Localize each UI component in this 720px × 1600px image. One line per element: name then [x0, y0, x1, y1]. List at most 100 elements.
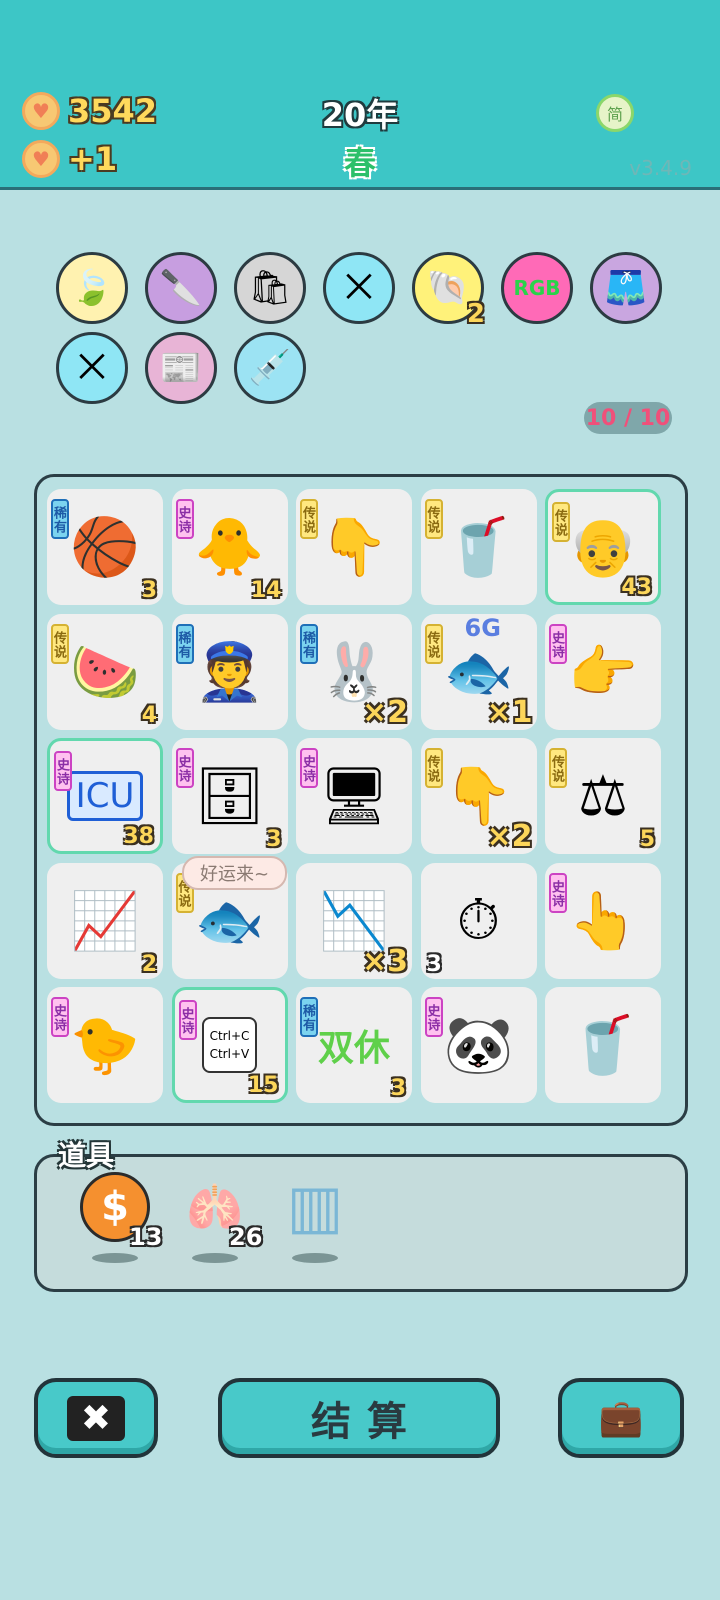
rarity-tag-legend: 传说	[300, 499, 318, 539]
grid-cell[interactable]: 传说 👴 43	[545, 489, 661, 605]
grid-cell[interactable]: ⏱ 3	[420, 862, 537, 979]
rarity-tag-epic: 史诗	[549, 872, 567, 913]
grid-cell[interactable]: 稀有 👮	[171, 613, 288, 730]
grid-cell[interactable]: 🥤	[545, 987, 661, 1103]
buff-rgb[interactable]: RGB	[501, 252, 573, 324]
grid-cell[interactable]: 传说 🍉 4	[47, 613, 163, 730]
item-icon: 🗄	[193, 764, 266, 829]
version-label: v3.4.9	[629, 156, 692, 180]
grid-cell[interactable]: 传说 🐟 6G ×1	[420, 613, 537, 730]
rarity-tag-legend: 传说	[424, 623, 443, 664]
item-count: 3	[390, 1076, 406, 1101]
item-icon: 👉	[568, 639, 638, 705]
grid-cell[interactable]: 稀有 🐰 ×2	[296, 613, 412, 730]
item-icon: 👮	[194, 639, 265, 705]
rare-pack-prop[interactable]: ▥	[275, 1167, 355, 1247]
item-count: 3	[426, 951, 442, 977]
backpack-button[interactable]: 💼	[558, 1378, 684, 1458]
rarity-tag-epic: 史诗	[178, 1000, 197, 1040]
prop-count: 13	[129, 1223, 163, 1251]
item-count: 43	[621, 575, 652, 600]
item-multiplier: ×1	[486, 694, 533, 730]
grid-cell[interactable]: 史诗 👉	[545, 613, 661, 730]
leaf-coin-icon: 🍃	[70, 268, 114, 308]
item-multiplier: ×3	[361, 943, 408, 979]
item-icon: 双休	[317, 1028, 390, 1069]
cleaver-icon: 🔪	[159, 268, 203, 308]
settle-label: 结算	[311, 1399, 423, 1445]
speech-bubble: 好运来~	[182, 856, 288, 890]
item-icon: 🐟	[194, 888, 265, 954]
item-count: 3	[141, 578, 157, 603]
item-count: 14	[250, 578, 282, 603]
briefcase-icon: 💼	[598, 1398, 644, 1439]
rarity-tag-epic: 史诗	[549, 623, 567, 664]
prop-shadow	[292, 1253, 338, 1263]
rarity-tag-legend: 传说	[51, 623, 69, 664]
grid-cell[interactable]: 传说 👇 ×2	[420, 738, 537, 854]
grid-cell[interactable]: 史诗 🗄 3	[171, 738, 288, 854]
buff-leaf-coin[interactable]: 🍃	[56, 252, 128, 324]
props-title: 道具	[58, 1139, 115, 1172]
rarity-tag-rare: 稀有	[300, 997, 318, 1037]
item-icon: ICU	[66, 771, 144, 821]
prop-shadow	[92, 1253, 138, 1263]
grid-cell[interactable]: 史诗 🐼	[420, 987, 537, 1103]
grid-cell[interactable]: 史诗 ICU 38	[47, 738, 163, 854]
discard-button[interactable]: ✖	[34, 1378, 158, 1458]
grid-cell[interactable]: 📈 2	[47, 862, 163, 979]
item-icon: Ctrl+C Ctrl+V	[201, 1017, 258, 1073]
grid-cell[interactable]: 传说 🥤	[420, 489, 537, 605]
grid-cell[interactable]: 史诗 🖥	[296, 738, 412, 854]
grid-cell[interactable]: 史诗 👆	[545, 862, 661, 979]
buff-straws-2[interactable]: ⨉	[56, 332, 128, 404]
buff-syringe-chick[interactable]: 💉	[234, 332, 306, 404]
item-icon: 👇	[319, 515, 389, 580]
item-icon: 🍉	[70, 639, 140, 705]
buff-recycle-bag[interactable]: 🛍	[234, 252, 306, 324]
rarity-tag-epic: 史诗	[175, 499, 194, 539]
shell-icon: 🐚	[426, 268, 470, 308]
item-board: 稀有 🏀 3 史诗 🐥 14 传说 👇 传说 🥤 传说 👴 43 传说 🍉 4 稀有 👮 稀有 🐰 ×2 传说 🐟 6G ×1 史…	[34, 474, 688, 1126]
rarity-tag-epic: 史诗	[175, 748, 194, 788]
rarity-tag-legend: 传说	[424, 748, 443, 788]
language-toggle-button[interactable]: 简	[596, 94, 634, 132]
item-icon: 🖥	[318, 764, 390, 829]
item-count: 3	[266, 827, 282, 852]
buff-count: 2	[466, 299, 485, 329]
grid-cell[interactable]: 史诗 🐥 14	[171, 489, 288, 605]
buff-time-magazine[interactable]: 📰	[145, 332, 217, 404]
item-badge: 6G	[464, 613, 501, 642]
item-icon: 👆	[568, 888, 638, 954]
item-icon: 🥤	[568, 1013, 638, 1078]
rarity-tag-rare: 稀有	[300, 623, 318, 664]
item-count: 15	[247, 1073, 279, 1098]
grid-cell[interactable]: 史诗 Ctrl+C Ctrl+V 15	[171, 987, 288, 1103]
buff-skirt[interactable]: 🩳	[590, 252, 662, 324]
grid-cell[interactable]: 传说 👇	[296, 489, 412, 605]
buff-shell[interactable]: 🐚 2	[412, 252, 485, 329]
buff-cleaver[interactable]: 🔪	[145, 252, 217, 324]
grid-cell[interactable]: 史诗 🐤	[47, 987, 163, 1103]
prop-count: 26	[229, 1223, 263, 1251]
grid-cell[interactable]: 稀有 🏀 3	[47, 489, 163, 605]
prop-shadow	[192, 1253, 238, 1263]
item-icon: 📈	[70, 888, 140, 954]
item-count: 2	[141, 951, 157, 977]
discard-icon: ✖	[66, 1395, 126, 1441]
rgb-icon: RGB	[513, 276, 561, 300]
grid-cell[interactable]: 📉 ×3	[296, 862, 412, 979]
rarity-tag-rare: 稀有	[175, 623, 194, 664]
buff-straws[interactable]: ⨉	[323, 252, 395, 324]
item-icon: 👴	[568, 515, 638, 580]
season-label: 春	[343, 144, 376, 182]
grid-cell[interactable]: 传说 ⚖ 5	[545, 738, 661, 854]
time-magazine-icon: 📰	[159, 348, 203, 388]
settle-button[interactable]: 结算	[218, 1378, 500, 1458]
rarity-tag-rare: 稀有	[51, 499, 69, 539]
item-icon: 🐼	[443, 1013, 514, 1078]
item-count: 4	[141, 702, 157, 728]
recycle-bag-icon: 🛍	[248, 268, 292, 308]
rarity-tag-epic: 史诗	[51, 997, 69, 1037]
grid-cell[interactable]: 稀有 双休 3	[296, 987, 412, 1103]
